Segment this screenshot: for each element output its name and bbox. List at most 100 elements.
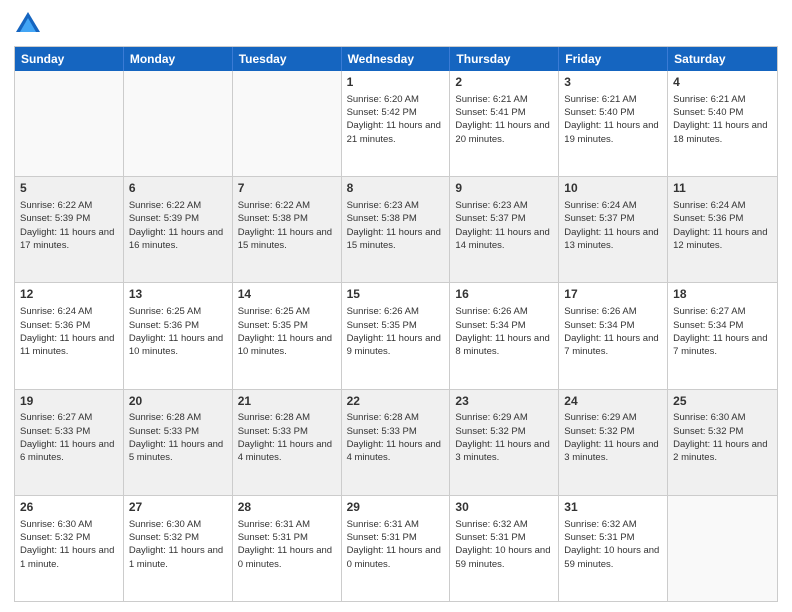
calendar-cell: 1 Sunrise: 6:20 AM Sunset: 5:42 PM Daylig… [342,71,451,176]
cell-info: Sunrise: 6:23 AM Sunset: 5:37 PM Dayligh… [455,200,549,251]
date-number: 25 [673,393,772,410]
calendar-cell: 22Sunrise: 6:28 AM Sunset: 5:33 PM Dayli… [342,390,451,495]
calendar-cell: 14 Sunrise: 6:25 AM Sunset: 5:35 PM Dayli… [233,283,342,388]
calendar-cell: 18 Sunrise: 6:27 AM Sunset: 5:34 PM Dayli… [668,283,777,388]
date-number: 14 [238,286,336,303]
calendar-cell: 23 Sunrise: 6:29 AM Sunset: 5:32 PM Dayli… [450,390,559,495]
calendar-cell [15,71,124,176]
calendar-cell: 15 Sunrise: 6:26 AM Sunset: 5:35 PM Dayli… [342,283,451,388]
day-name-thursday: Thursday [450,47,559,71]
date-number: 16 [455,286,553,303]
calendar-cell: 19Sunrise: 6:27 AM Sunset: 5:33 PM Dayli… [15,390,124,495]
cell-info: Sunrise: 6:22 AM Sunset: 5:39 PM Dayligh… [129,200,223,251]
cell-info: Sunrise: 6:25 AM Sunset: 5:35 PM Dayligh… [238,306,332,357]
date-number: 17 [564,286,662,303]
date-number: 11 [673,180,772,197]
calendar-cell: 25 Sunrise: 6:30 AM Sunset: 5:32 PM Dayli… [668,390,777,495]
header [14,10,778,38]
date-number: 6 [129,180,227,197]
cell-info: Sunrise: 6:32 AM Sunset: 5:31 PM Dayligh… [455,519,550,570]
cell-info: Sunrise: 6:21 AM Sunset: 5:41 PM Dayligh… [455,94,549,145]
date-number: 3 [564,74,662,91]
day-name-saturday: Saturday [668,47,777,71]
calendar-cell: 9 Sunrise: 6:23 AM Sunset: 5:37 PM Daylig… [450,177,559,282]
cell-info: Sunrise: 6:24 AM Sunset: 5:36 PM Dayligh… [673,200,767,251]
calendar-cell: 20 Sunrise: 6:28 AM Sunset: 5:33 PM Dayli… [124,390,233,495]
cell-info: Sunrise: 6:31 AM Sunset: 5:31 PM Dayligh… [238,519,332,570]
calendar-cell: 17 Sunrise: 6:26 AM Sunset: 5:34 PM Dayli… [559,283,668,388]
date-number: 10 [564,180,662,197]
cell-info: Sunrise: 6:21 AM Sunset: 5:40 PM Dayligh… [564,94,658,145]
calendar-cell: 10 Sunrise: 6:24 AM Sunset: 5:37 PM Dayli… [559,177,668,282]
date-number: 30 [455,499,553,516]
date-number: 9 [455,180,553,197]
date-number: 18 [673,286,772,303]
cell-info: Sunrise: 6:26 AM Sunset: 5:35 PM Dayligh… [347,306,441,357]
date-number: 26 [20,499,118,516]
calendar-body: 1 Sunrise: 6:20 AM Sunset: 5:42 PM Daylig… [15,71,777,601]
date-number: 29 [347,499,445,516]
date-number: 31 [564,499,662,516]
cell-info: Sunrise: 6:26 AM Sunset: 5:34 PM Dayligh… [564,306,658,357]
calendar-cell: 29 Sunrise: 6:31 AM Sunset: 5:31 PM Dayli… [342,496,451,601]
cell-info: Sunrise: 6:22 AM Sunset: 5:38 PM Dayligh… [238,200,332,251]
date-number: 15 [347,286,445,303]
calendar-cell: 2Sunrise: 6:21 AM Sunset: 5:41 PM Daylig… [450,71,559,176]
cell-info: Sunrise: 6:30 AM Sunset: 5:32 PM Dayligh… [20,519,114,570]
calendar: SundayMondayTuesdayWednesdayThursdayFrid… [14,46,778,602]
cell-info: Sunrise: 6:23 AM Sunset: 5:38 PM Dayligh… [347,200,441,251]
cell-info: Sunrise: 6:31 AM Sunset: 5:31 PM Dayligh… [347,519,441,570]
calendar-cell: 4Sunrise: 6:21 AM Sunset: 5:40 PM Daylig… [668,71,777,176]
cell-info: Sunrise: 6:32 AM Sunset: 5:31 PM Dayligh… [564,519,659,570]
calendar-cell: 12Sunrise: 6:24 AM Sunset: 5:36 PM Dayli… [15,283,124,388]
date-number: 1 [347,74,445,91]
calendar-cell: 21 Sunrise: 6:28 AM Sunset: 5:33 PM Dayli… [233,390,342,495]
cell-info: Sunrise: 6:22 AM Sunset: 5:39 PM Dayligh… [20,200,114,251]
calendar-cell: 27 Sunrise: 6:30 AM Sunset: 5:32 PM Dayli… [124,496,233,601]
calendar-cell [124,71,233,176]
day-name-monday: Monday [124,47,233,71]
calendar-cell: 31 Sunrise: 6:32 AM Sunset: 5:31 PM Dayli… [559,496,668,601]
date-number: 27 [129,499,227,516]
calendar-row: 19Sunrise: 6:27 AM Sunset: 5:33 PM Dayli… [15,390,777,496]
date-number: 12 [20,286,118,303]
cell-info: Sunrise: 6:30 AM Sunset: 5:32 PM Dayligh… [129,519,223,570]
calendar-cell: 13 Sunrise: 6:25 AM Sunset: 5:36 PM Dayli… [124,283,233,388]
cell-info: Sunrise: 6:21 AM Sunset: 5:40 PM Dayligh… [673,94,767,145]
cell-info: Sunrise: 6:20 AM Sunset: 5:42 PM Dayligh… [347,94,441,145]
cell-info: Sunrise: 6:30 AM Sunset: 5:32 PM Dayligh… [673,412,767,463]
calendar-cell: 7 Sunrise: 6:22 AM Sunset: 5:38 PM Daylig… [233,177,342,282]
date-number: 7 [238,180,336,197]
cell-info: Sunrise: 6:25 AM Sunset: 5:36 PM Dayligh… [129,306,223,357]
calendar-cell: 11 Sunrise: 6:24 AM Sunset: 5:36 PM Dayli… [668,177,777,282]
day-name-tuesday: Tuesday [233,47,342,71]
calendar-cell [668,496,777,601]
cell-info: Sunrise: 6:28 AM Sunset: 5:33 PM Dayligh… [238,412,332,463]
date-number: 8 [347,180,445,197]
logo [14,10,44,38]
calendar-cell: 3 Sunrise: 6:21 AM Sunset: 5:40 PM Daylig… [559,71,668,176]
date-number: 20 [129,393,227,410]
calendar-cell: 24Sunrise: 6:29 AM Sunset: 5:32 PM Dayli… [559,390,668,495]
calendar-row: 5Sunrise: 6:22 AM Sunset: 5:39 PM Daylig… [15,177,777,283]
date-number: 23 [455,393,553,410]
day-name-friday: Friday [559,47,668,71]
date-number: 19 [20,393,118,410]
cell-info: Sunrise: 6:28 AM Sunset: 5:33 PM Dayligh… [129,412,223,463]
cell-info: Sunrise: 6:29 AM Sunset: 5:32 PM Dayligh… [455,412,549,463]
date-number: 22 [347,393,445,410]
calendar-cell: 26 Sunrise: 6:30 AM Sunset: 5:32 PM Dayli… [15,496,124,601]
calendar-cell: 16Sunrise: 6:26 AM Sunset: 5:34 PM Dayli… [450,283,559,388]
logo-icon [14,10,42,38]
calendar-cell: 28Sunrise: 6:31 AM Sunset: 5:31 PM Dayli… [233,496,342,601]
calendar-cell [233,71,342,176]
calendar-row: 1 Sunrise: 6:20 AM Sunset: 5:42 PM Daylig… [15,71,777,177]
date-number: 21 [238,393,336,410]
date-number: 13 [129,286,227,303]
calendar-row: 26 Sunrise: 6:30 AM Sunset: 5:32 PM Dayli… [15,496,777,601]
calendar-header: SundayMondayTuesdayWednesdayThursdayFrid… [15,47,777,71]
page: SundayMondayTuesdayWednesdayThursdayFrid… [0,0,792,612]
calendar-cell: 8 Sunrise: 6:23 AM Sunset: 5:38 PM Daylig… [342,177,451,282]
cell-info: Sunrise: 6:27 AM Sunset: 5:34 PM Dayligh… [673,306,767,357]
cell-info: Sunrise: 6:24 AM Sunset: 5:37 PM Dayligh… [564,200,658,251]
